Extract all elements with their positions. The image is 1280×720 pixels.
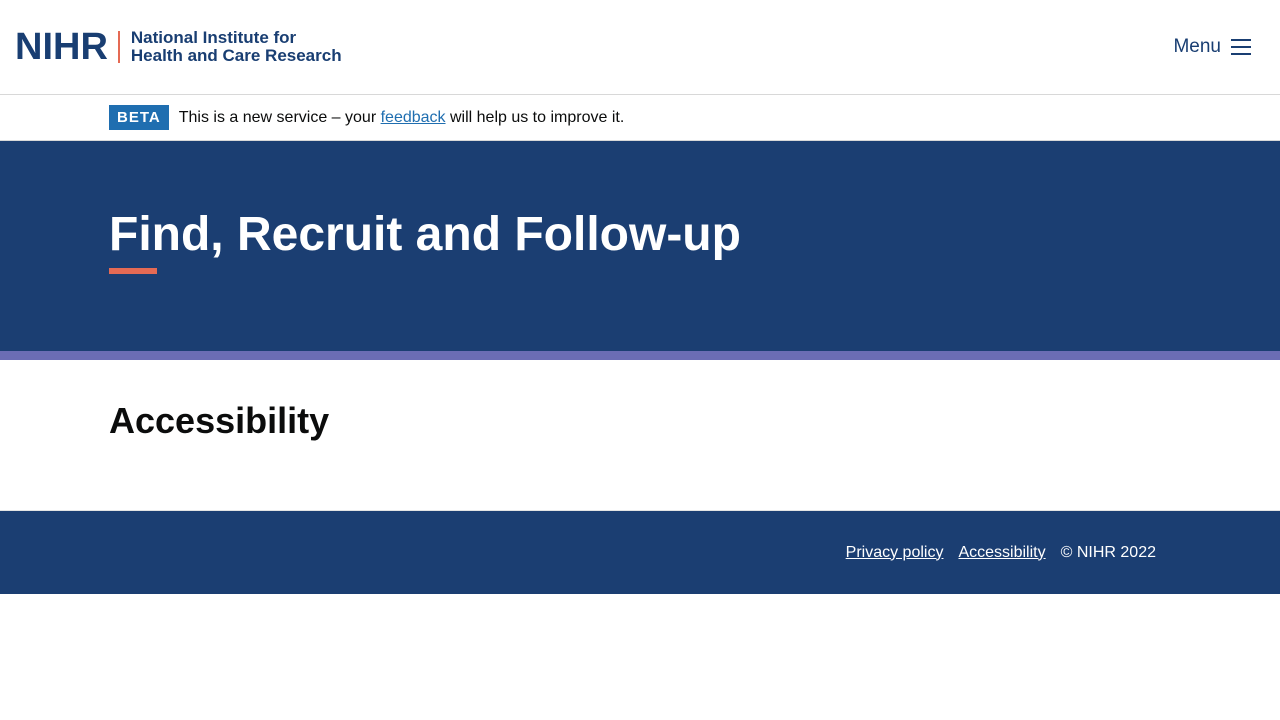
beta-text: This is a new service – your feedback wi… (179, 109, 625, 127)
accessibility-link[interactable]: Accessibility (958, 544, 1045, 562)
logo-wordmark: National Institute for Health and Care R… (131, 29, 342, 65)
logo-line-2: Health and Care Research (130, 46, 342, 65)
logo-line-1: National Institute for (130, 28, 297, 47)
page-title: Find, Recruit and Follow-up (109, 208, 741, 261)
menu-button[interactable]: Menu (1173, 36, 1251, 58)
hero-banner: Find, Recruit and Follow-up (0, 141, 1280, 351)
title-accent-bar (109, 268, 157, 274)
copyright: © NIHR 2022 (1060, 543, 1156, 561)
site-footer: Privacy policy Accessibility © NIHR 2022 (0, 510, 1280, 594)
menu-label: Menu (1173, 36, 1221, 57)
beta-banner: BETA This is a new service – your feedba… (0, 95, 1280, 141)
feedback-link[interactable]: feedback (381, 109, 446, 126)
hero-bottom-band (0, 351, 1280, 360)
beta-text-after: will help us to improve it. (445, 108, 625, 126)
logo-mark: NIHR (15, 26, 108, 68)
privacy-policy-link[interactable]: Privacy policy (846, 544, 944, 562)
beta-tag: BETA (109, 105, 169, 130)
section-heading: Accessibility (109, 400, 330, 441)
beta-text-before: This is a new service – your (178, 108, 381, 126)
site-header: NIHR National Institute for Health and C… (0, 0, 1280, 95)
hamburger-menu-icon (1231, 39, 1251, 55)
logo-divider (117, 31, 120, 63)
nihr-logo[interactable]: NIHR National Institute for Health and C… (15, 26, 342, 68)
main-content: Accessibility (0, 360, 1280, 510)
